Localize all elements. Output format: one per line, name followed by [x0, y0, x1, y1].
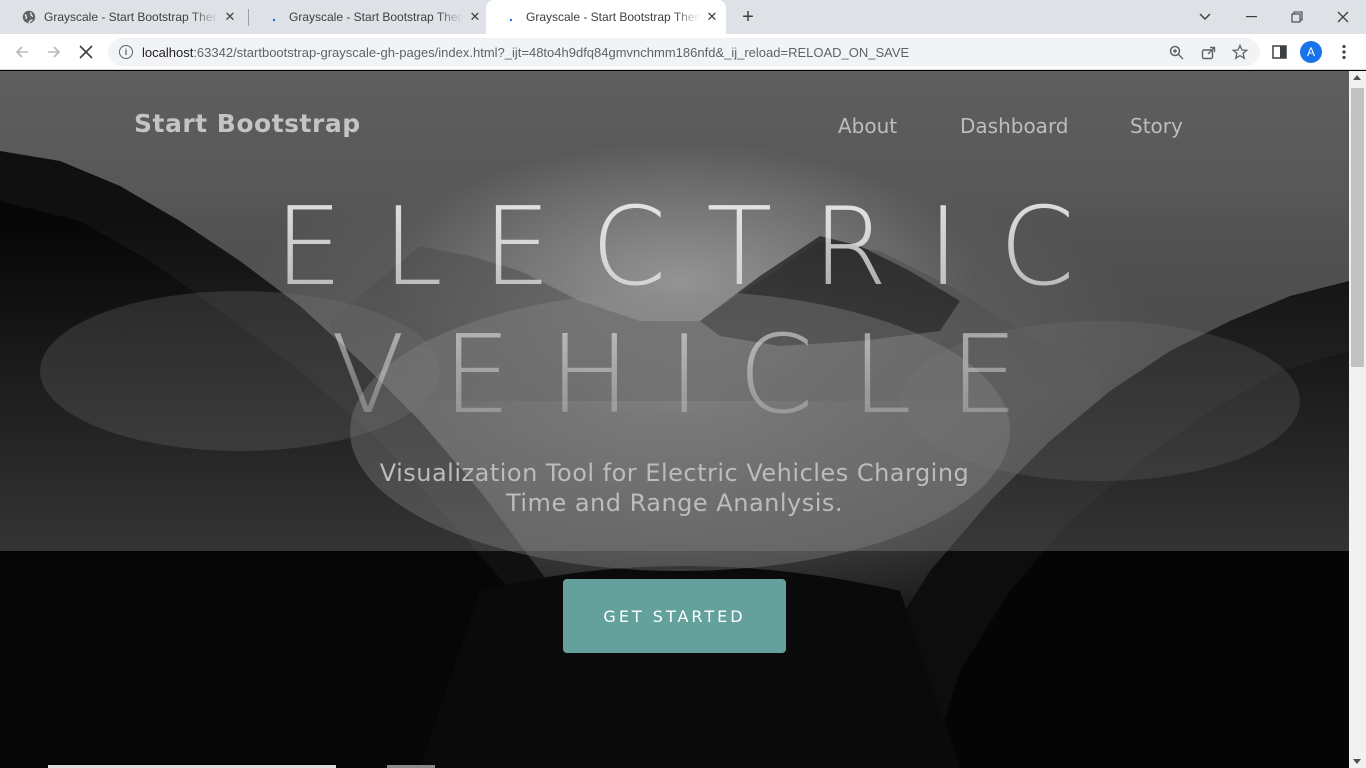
tab-strip: Grayscale - Start Bootstrap Theme ✕ Gray… [0, 0, 1366, 34]
page-scrollbar[interactable] [1349, 71, 1366, 768]
nav-link-dashboard[interactable]: Dashboard [960, 114, 1069, 138]
loading-dot-icon [504, 10, 518, 24]
menu-kebab-icon[interactable] [1330, 38, 1358, 66]
close-tab-icon[interactable]: ✕ [467, 9, 483, 25]
loading-dot-icon [267, 10, 281, 24]
url-text: localhost:63342/startbootstrap-grayscale… [142, 45, 910, 60]
navbar-brand[interactable]: Start Bootstrap [134, 109, 361, 138]
close-window-icon[interactable] [1320, 0, 1366, 34]
subtitle-line-2: Time and Range Ananlysis. [505, 489, 844, 517]
restore-icon[interactable] [1274, 0, 1320, 34]
forward-arrow-icon[interactable] [40, 38, 68, 66]
nav-link-about[interactable]: About [838, 114, 897, 138]
browser-tab-3-active[interactable]: Grayscale - Start Bootstrap Theme ✕ [486, 0, 726, 34]
tab-separator [248, 9, 249, 26]
profile-avatar[interactable]: A [1300, 41, 1322, 63]
tab-title: Grayscale - Start Bootstrap Theme [289, 10, 463, 24]
scroll-up-arrow-icon[interactable] [1353, 75, 1361, 80]
share-icon[interactable] [1198, 42, 1218, 62]
page-viewport: Start Bootstrap About Dashboard Story EL… [0, 71, 1349, 768]
side-panel-icon[interactable] [1265, 38, 1293, 66]
browser-toolbar: i localhost:63342/startbootstrap-graysca… [0, 34, 1366, 70]
hero-title-line-1: ELECTRIC [0, 183, 1349, 313]
zoom-icon[interactable] [1166, 42, 1186, 62]
get-started-button[interactable]: GET STARTED [563, 579, 786, 653]
hero-subtitle: Visualization Tool for Electric Vehicles… [0, 458, 1349, 518]
minimize-icon[interactable] [1228, 0, 1274, 34]
subtitle-line-1: Visualization Tool for Electric Vehicles… [379, 459, 970, 487]
tab-search-chevron-icon[interactable] [1182, 0, 1228, 34]
stop-loading-icon[interactable] [72, 38, 100, 66]
close-tab-icon[interactable]: ✕ [222, 9, 238, 25]
close-tab-icon[interactable]: ✕ [704, 9, 720, 25]
scroll-down-arrow-icon[interactable] [1353, 759, 1361, 764]
tab-title: Grayscale - Start Bootstrap Theme [44, 10, 218, 24]
tab-title: Grayscale - Start Bootstrap Theme [526, 10, 700, 24]
scrollbar-thumb[interactable] [1351, 88, 1364, 367]
browser-tab-1[interactable]: Grayscale - Start Bootstrap Theme ✕ [14, 0, 248, 34]
bookmark-star-icon[interactable] [1230, 42, 1250, 62]
hero-title-line-2: VEHICLE [0, 311, 1349, 441]
back-arrow-icon[interactable] [8, 38, 36, 66]
site-info-icon[interactable]: i [119, 45, 133, 59]
nav-link-story[interactable]: Story [1130, 114, 1183, 138]
browser-tab-2[interactable]: Grayscale - Start Bootstrap Theme ✕ [255, 0, 487, 34]
address-bar[interactable]: i localhost:63342/startbootstrap-graysca… [108, 38, 1260, 66]
globe-icon [22, 10, 36, 24]
new-tab-icon[interactable]: + [736, 5, 760, 29]
